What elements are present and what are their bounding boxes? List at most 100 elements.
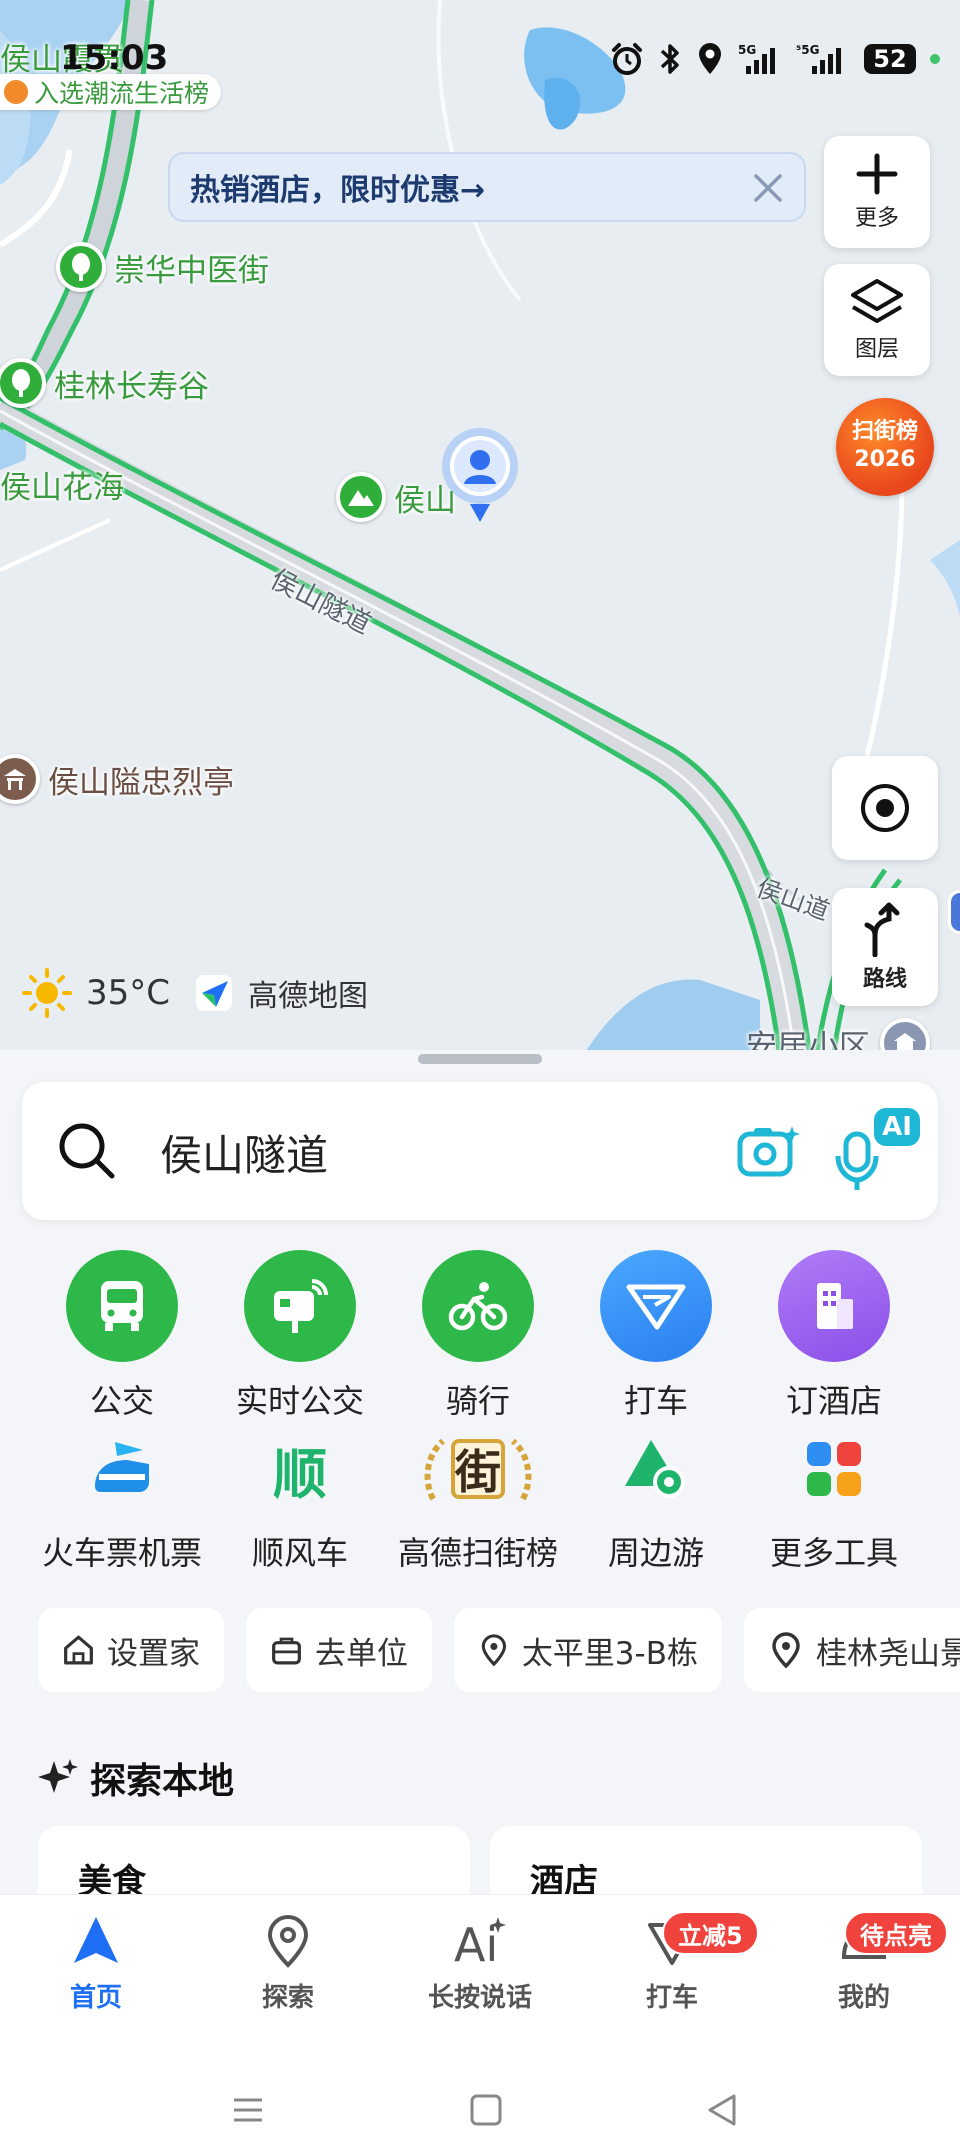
tool-more-tools[interactable]: 更多工具 xyxy=(744,1424,924,1574)
tool-cycling[interactable]: 骑行 xyxy=(388,1250,568,1422)
chip-label: 太平里3-B栋 xyxy=(521,1635,698,1672)
brand-name: 高德地图 xyxy=(248,979,369,1014)
signal-5g-icon: 5G xyxy=(738,43,775,74)
pavilion-icon xyxy=(0,754,40,804)
nav-label: 我的 xyxy=(837,1983,890,2013)
weather-temp: 35°C xyxy=(86,973,171,1013)
tool-label: 更多工具 xyxy=(769,1534,898,1572)
close-icon[interactable] xyxy=(748,168,788,208)
nav-voice[interactable]: Ai 长按说话 xyxy=(420,1913,540,2014)
chip-go-work[interactable]: 去单位 xyxy=(246,1608,432,1692)
search-bar[interactable]: 侯山隧道 AI xyxy=(22,1082,938,1220)
chip-label: 桂林尧山景 xyxy=(816,1635,960,1672)
chip-taipingli[interactable]: 太平里3-B栋 xyxy=(454,1608,722,1692)
tool-label: 公交 xyxy=(89,1382,154,1420)
tool-bus[interactable]: 公交 xyxy=(32,1250,212,1422)
search-query[interactable]: 侯山隧道 xyxy=(160,1122,328,1183)
taxi-discount-badge: 立减5 xyxy=(662,1911,759,1955)
svg-text:Ai: Ai xyxy=(454,1918,498,1969)
tool-label: 骑行 xyxy=(445,1382,510,1420)
tool-nearby-trip[interactable]: 周边游 xyxy=(566,1424,746,1574)
map-view[interactable]: 侯山霞贯 入选潮流生活榜 崇华中医街 桂林长寿谷 侯山花海 侯山 侯山隧道 侯山… xyxy=(0,0,960,1100)
poi-label: 侯山隘忠烈亭 xyxy=(48,764,234,801)
plus-icon xyxy=(856,153,898,195)
tree-icon xyxy=(0,358,46,408)
edge-marker[interactable] xyxy=(948,890,960,934)
layers-label: 图层 xyxy=(854,337,899,362)
explore-pin-icon xyxy=(267,1915,309,1968)
alarm-icon xyxy=(612,43,642,75)
location-pin-icon xyxy=(772,1632,800,1668)
poi-label: 桂林长寿谷 xyxy=(54,368,209,405)
nav-home[interactable]: 首页 xyxy=(36,1913,156,2014)
sheet-drag-handle[interactable] xyxy=(418,1054,542,1064)
svg-text:⁵5G: ⁵5G xyxy=(796,43,819,57)
tool-train-flight[interactable]: 火车票机票 xyxy=(32,1424,212,1574)
camera-search-icon[interactable] xyxy=(736,1122,800,1182)
train-ticket-icon xyxy=(66,1424,178,1514)
street-rank-badge[interactable]: 扫街榜 2026 xyxy=(836,398,934,496)
ai-voice-button[interactable]: AI xyxy=(832,1108,922,1198)
current-location-marker[interactable] xyxy=(440,424,520,524)
tool-label: 顺风车 xyxy=(251,1534,348,1572)
street-rank-glyph: 街 xyxy=(455,1445,501,1499)
hotel-icon xyxy=(778,1250,890,1362)
poi-label: 崇华中医街 xyxy=(114,252,269,289)
weather-widget[interactable]: 35°C 高德地图 xyxy=(22,968,368,1018)
status-bar: 15:03 5G ⁵5G 52 xyxy=(0,0,960,110)
home-icon xyxy=(64,1635,93,1665)
nav-mine[interactable]: 我的 待点亮 xyxy=(804,1911,948,2014)
tool-taxi[interactable]: 打车 xyxy=(566,1250,746,1422)
tool-street-rank[interactable]: 街 高德扫街榜 xyxy=(388,1424,568,1574)
sun-icon xyxy=(22,968,72,1018)
layers-button[interactable]: 图层 xyxy=(824,264,930,376)
layers-icon xyxy=(851,279,903,323)
battery-icon: 52 xyxy=(864,44,916,74)
realtime-bus-icon xyxy=(244,1250,356,1362)
chip-set-home[interactable]: 设置家 xyxy=(38,1608,224,1692)
rank-badge-line2: 2026 xyxy=(854,447,916,472)
back-icon[interactable] xyxy=(704,2092,740,2128)
promo-text: 热销酒店，限时优惠→ xyxy=(190,173,486,208)
nav-label: 打车 xyxy=(645,1983,698,2013)
tool-carpool[interactable]: 顺 顺风车 xyxy=(210,1424,390,1574)
ai-voice-icon: Ai xyxy=(454,1917,506,1972)
briefcase-icon xyxy=(272,1637,301,1665)
poi-martyrs-pavilion[interactable]: 侯山隘忠烈亭 xyxy=(0,754,234,804)
chip-label: 设置家 xyxy=(107,1635,200,1672)
tool-label: 周边游 xyxy=(607,1534,704,1572)
explore-header: 探索本地 xyxy=(38,1752,234,1804)
promo-banner[interactable]: 热销酒店，限时优惠→ xyxy=(168,152,806,222)
more-button[interactable]: 更多 xyxy=(824,136,930,248)
bottom-nav: 首页 探索 Ai 长按说话 打车 立减5 我的 待点亮 xyxy=(0,1894,960,2024)
tool-label: 实时公交 xyxy=(235,1382,364,1420)
carpool-icon: 顺 xyxy=(244,1424,356,1514)
nearby-trip-icon xyxy=(600,1424,712,1514)
chip-guilin-yaoshan[interactable]: 桂林尧山景 xyxy=(744,1608,960,1692)
locate-button[interactable] xyxy=(832,756,938,860)
bicycle-icon xyxy=(422,1250,534,1362)
route-icon xyxy=(864,902,900,957)
nav-explore[interactable]: 探索 xyxy=(228,1913,348,2014)
poi-houshan[interactable]: 侯山 xyxy=(336,472,456,522)
bus-icon xyxy=(66,1250,178,1362)
poi-chonghua[interactable]: 崇华中医街 xyxy=(56,242,269,292)
nav-label: 首页 xyxy=(69,1983,122,2013)
tool-realtime-bus[interactable]: 实时公交 xyxy=(210,1250,390,1422)
route-button[interactable]: 路线 xyxy=(832,888,938,1006)
tool-label: 订酒店 xyxy=(785,1382,882,1420)
tool-hotel[interactable]: 订酒店 xyxy=(744,1250,924,1422)
svg-text:5G: 5G xyxy=(738,43,756,57)
home-square-icon[interactable] xyxy=(468,2092,504,2128)
amap-logo-icon xyxy=(196,975,233,1011)
taxi-icon xyxy=(600,1250,712,1362)
ai-badge: AI xyxy=(874,1108,920,1146)
rank-badge-line1: 扫街榜 xyxy=(851,419,918,444)
chip-label: 去单位 xyxy=(315,1635,408,1672)
menu-icon[interactable] xyxy=(230,2092,266,2128)
street-rank-icon: 街 xyxy=(422,1424,534,1514)
nav-taxi[interactable]: 打车 立减5 xyxy=(612,1911,759,2014)
poi-guilin-changshou[interactable]: 桂林长寿谷 xyxy=(0,358,209,408)
map-label-houshan-huahai[interactable]: 侯山花海 xyxy=(0,462,124,507)
search-icon xyxy=(59,1123,115,1179)
